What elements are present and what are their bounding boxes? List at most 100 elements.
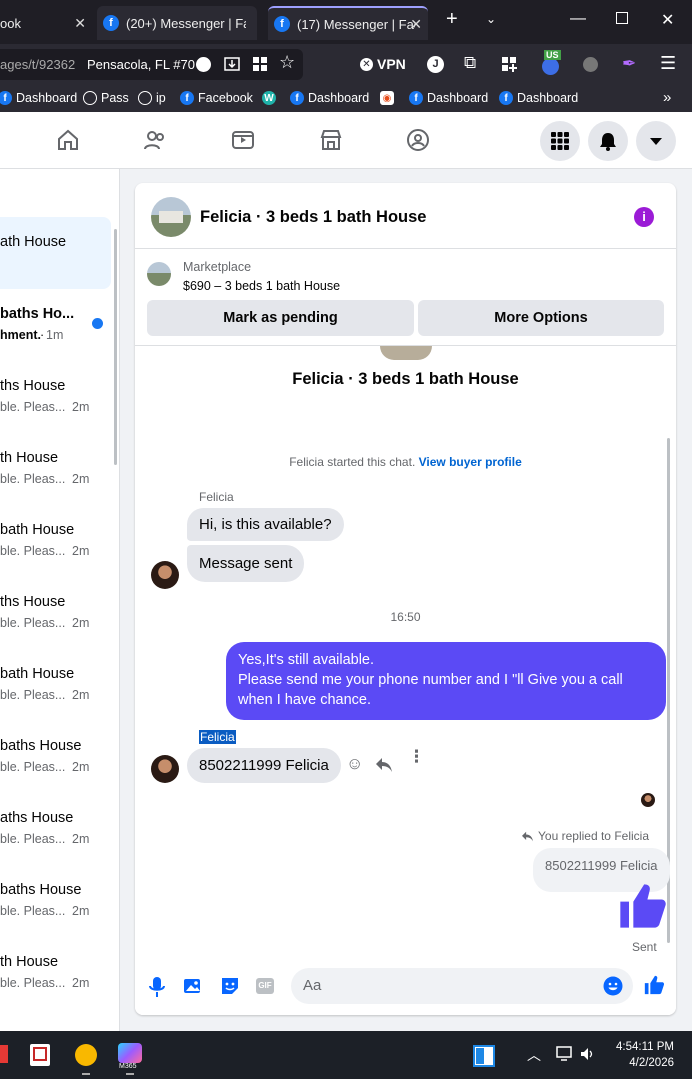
close-window-button[interactable]: ✕ (661, 10, 674, 30)
notifications-button[interactable] (588, 121, 628, 161)
extensions-grid-icon[interactable] (501, 56, 517, 72)
globe-icon (138, 91, 152, 105)
outgoing-message[interactable]: Yes,It's still available. Please send me… (226, 642, 666, 720)
sticker-icon[interactable] (219, 975, 241, 997)
app-icon[interactable] (75, 1044, 97, 1066)
scrollbar[interactable] (114, 229, 117, 465)
tab-label: ook (0, 15, 21, 31)
video-icon[interactable] (231, 128, 255, 152)
conversation-item[interactable]: baths Ho... hment. · 1m (0, 298, 111, 348)
like-button-icon[interactable] (643, 974, 665, 996)
bookmark-item[interactable]: f Dashboard (290, 91, 369, 105)
browser-tab-active[interactable]: f (17) Messenger | Face ✕ (268, 6, 428, 40)
conversation-snippet: ble. Pleas... (0, 832, 66, 846)
incoming-message[interactable]: Hi, is this available? (187, 508, 344, 541)
conversation-item[interactable]: ths House ble. Pleas... 2m (0, 586, 111, 636)
network-icon[interactable] (556, 1046, 574, 1062)
star-icon[interactable]: ☆ (279, 52, 295, 73)
sender-avatar[interactable] (151, 755, 179, 783)
bookmark-item[interactable]: f Dashboard (499, 91, 578, 105)
calendar-shape (33, 1047, 47, 1061)
browser-tab-bar: ook ✕ f (20+) Messenger | Fac f (17) Mes… (0, 0, 692, 44)
account-menu-button[interactable] (636, 121, 676, 161)
volume-icon[interactable] (580, 1046, 596, 1062)
bookmark-item[interactable]: f Facebook (180, 91, 253, 105)
facebook-top-nav (0, 112, 692, 169)
conversation-item[interactable]: baths House ble. Pleas... 2m (0, 730, 111, 780)
conversation-item[interactable]: aths House ble. Pleas... 2m (0, 802, 111, 852)
close-icon[interactable]: ✕ (74, 15, 86, 32)
conversation-item[interactable]: bath House ble. Pleas... 2m (0, 514, 111, 564)
react-smiley-icon[interactable]: ☺ (346, 754, 363, 774)
bookmark-item[interactable]: W (262, 91, 280, 105)
marketplace-icon[interactable] (319, 128, 343, 152)
separator-dot: · (40, 328, 45, 342)
bookmark-item[interactable]: Pass (83, 91, 129, 105)
maximize-button[interactable] (616, 12, 628, 24)
microphone-icon[interactable] (149, 976, 165, 998)
conversation-title: ths House (0, 378, 66, 394)
app-icon[interactable] (30, 1044, 50, 1066)
conversation-item[interactable]: bath House ble. Pleas... 2m (0, 658, 111, 708)
message-input[interactable]: Aa (291, 968, 633, 1004)
feather-icon[interactable]: ✒ (622, 54, 636, 74)
sender-avatar[interactable] (151, 561, 179, 589)
vpn-button[interactable]: ✕ VPN (360, 56, 406, 72)
close-icon[interactable]: ✕ (410, 16, 422, 33)
browser-tab[interactable]: ook ✕ (0, 6, 92, 40)
conversation-item[interactable]: baths House ble. Pleas... 2m (0, 874, 111, 924)
address-bar[interactable]: ages/t/92362 Pensacola, FL #70 ☆ (0, 49, 303, 80)
widget-panel-shape (476, 1048, 484, 1064)
conversation-time: 2m (72, 472, 90, 486)
thumbs-up-icon[interactable] (616, 880, 668, 932)
minimize-button[interactable]: — (570, 10, 586, 28)
bookmark-item[interactable]: ip (138, 91, 166, 105)
browser-tab[interactable]: f (20+) Messenger | Fac (97, 6, 257, 40)
conversation-item[interactable]: th House ble. Pleas... 2m (0, 946, 111, 996)
emoji-icon[interactable] (603, 976, 623, 996)
conversation-snippet: ble. Pleas... (0, 544, 66, 558)
clock-date[interactable]: 4/2/2026 (612, 1057, 674, 1069)
clock-time[interactable]: 4:54:11 PM (612, 1041, 674, 1053)
more-options-button[interactable]: More Options (418, 300, 664, 336)
extension-icon[interactable] (542, 58, 559, 75)
conversation-item[interactable]: th House ble. Pleas... 2m (0, 442, 111, 492)
menu-icon[interactable]: ☰ (660, 53, 676, 74)
conversation-snippet: hment. (0, 328, 41, 342)
mark-as-pending-button[interactable]: Mark as pending (147, 300, 414, 336)
m365-icon[interactable] (118, 1043, 142, 1063)
widget-icon[interactable] (473, 1045, 495, 1067)
new-tab-button[interactable]: + (446, 8, 458, 31)
menu-grid-button[interactable] (540, 121, 580, 161)
app-icon[interactable] (0, 1045, 8, 1063)
groups-icon[interactable] (406, 128, 430, 152)
gif-icon[interactable]: GIF (256, 978, 274, 994)
chevron-up-icon[interactable]: ︿ (527, 1045, 541, 1065)
friends-icon[interactable] (143, 128, 167, 152)
profile-avatar[interactable]: J (427, 56, 444, 73)
extension-puzzle-icon[interactable]: ⧉ (464, 53, 476, 73)
download-icon[interactable] (224, 56, 240, 72)
incoming-message[interactable]: Message sent (187, 545, 305, 582)
view-buyer-profile-link[interactable]: View buyer profile (419, 455, 522, 469)
chat-title[interactable]: Felicia · 3 beds 1 bath House (200, 208, 426, 227)
chevron-right-icon[interactable]: » (663, 89, 671, 106)
info-icon[interactable]: i (634, 207, 654, 227)
home-icon[interactable] (56, 128, 80, 152)
bookmark-item[interactable]: f Dashboard (409, 91, 488, 105)
listing-thumbnail[interactable] (151, 197, 191, 237)
grid-icon[interactable] (252, 56, 268, 72)
unread-dot (92, 318, 103, 329)
more-vertical-icon[interactable]: ⋮ (408, 748, 425, 765)
chevron-down-icon[interactable]: ⌄ (486, 12, 496, 26)
listing-price-title[interactable]: $690 – 3 beds 1 bath House (183, 279, 340, 293)
photo-icon[interactable] (183, 976, 203, 996)
reply-icon[interactable] (375, 757, 393, 773)
bookmark-item[interactable]: f Dashboard (0, 91, 77, 105)
extension-icon[interactable] (583, 57, 598, 72)
conversation-item-selected[interactable]: ath House (0, 217, 111, 289)
facebook-icon: f (274, 16, 290, 32)
incoming-message[interactable]: 8502211999 Felicia (187, 748, 341, 783)
conversation-item[interactable]: ths House ble. Pleas... 2m (0, 370, 111, 420)
bookmark-item[interactable]: ◉ (380, 91, 398, 105)
